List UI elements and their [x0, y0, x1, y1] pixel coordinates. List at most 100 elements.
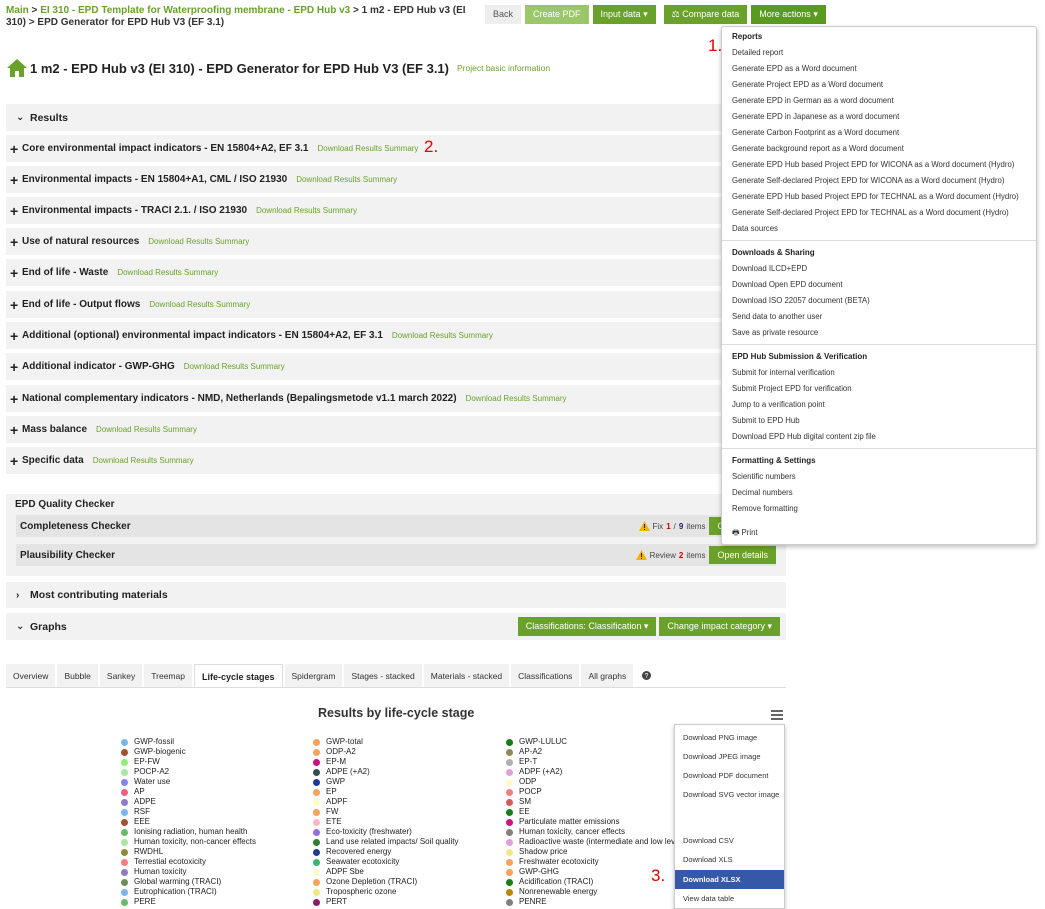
legend-item[interactable]: GWP-LULUC	[506, 737, 675, 747]
menu-item[interactable]: Generate Carbon Footprint as a Word docu…	[722, 125, 1036, 141]
input-data-button[interactable]: Input data ▾	[592, 5, 656, 24]
graph-tab[interactable]: Materials - stacked	[423, 664, 510, 687]
legend-item[interactable]: ADPF Sbe	[313, 867, 459, 877]
legend-item[interactable]: AP-A2	[506, 747, 675, 757]
menu-item[interactable]: Submit to EPD Hub	[722, 413, 1036, 429]
graphs-panel-header[interactable]: ⌄ Graphs Classifications: Classification …	[6, 613, 786, 640]
legend-item[interactable]: Seawater ecotoxicity	[313, 857, 459, 867]
result-section-row[interactable]: + Mass balance Download Results Summary	[6, 416, 786, 443]
download-results-summary-link[interactable]: Download Results Summary	[149, 300, 250, 309]
result-section-row[interactable]: + Core environmental impact indicators - …	[6, 135, 786, 162]
result-section-row[interactable]: + Environmental impacts - TRACI 2.1. / IS…	[6, 197, 786, 224]
legend-item[interactable]: Tropospheric ozone	[313, 887, 459, 897]
change-impact-category-button[interactable]: Change impact category ▾	[659, 617, 780, 636]
graph-tab[interactable]: Spidergram	[284, 664, 343, 687]
legend-item[interactable]: Freshwater ecotoxicity	[506, 857, 675, 867]
legend-item[interactable]: ADPE	[121, 797, 256, 807]
legend-item[interactable]: EP	[313, 787, 459, 797]
menu-item[interactable]: Download ILCD+EPD	[722, 261, 1036, 277]
legend-item[interactable]: Human toxicity, cancer effects	[506, 827, 675, 837]
most-contributing-panel[interactable]: › Most contributing materials	[6, 582, 786, 608]
export-menu-item[interactable]: Download JPEG image	[675, 747, 784, 766]
menu-item[interactable]: Save as private resource	[722, 325, 1036, 341]
legend-item[interactable]: GWP-total	[313, 737, 459, 747]
result-section-row[interactable]: + National complementary indicators - NMD…	[6, 385, 786, 412]
back-button[interactable]: Back	[485, 5, 522, 24]
graph-tab[interactable]: All graphs	[581, 664, 634, 687]
legend-item[interactable]: Acidification (TRACI)	[506, 877, 675, 887]
graph-tab[interactable]: Treemap	[144, 664, 192, 687]
legend-item[interactable]: ETE	[313, 817, 459, 827]
legend-item[interactable]: PERE	[121, 897, 256, 907]
more-actions-button[interactable]: More actions ▾	[751, 5, 826, 24]
legend-item[interactable]: POCP-A2	[121, 767, 256, 777]
menu-item[interactable]: Decimal numbers	[722, 485, 1036, 501]
legend-item[interactable]: POCP	[506, 787, 675, 797]
results-panel-header[interactable]: ⌄ Results	[6, 104, 786, 131]
export-menu-item[interactable]: Download XLSX	[675, 870, 784, 889]
legend-item[interactable]: EEE	[121, 817, 256, 827]
menu-item[interactable]: Scientific numbers	[722, 469, 1036, 485]
menu-item[interactable]: Generate Self-declared Project EPD for T…	[722, 205, 1036, 221]
export-menu-item[interactable]: Download XLS	[675, 850, 784, 869]
graph-tab[interactable]: Bubble	[57, 664, 98, 687]
menu-item[interactable]: Submit for internal verification	[722, 365, 1036, 381]
legend-item[interactable]: Land use related impacts/ Soil quality	[313, 837, 459, 847]
graph-tab[interactable]: Stages - stacked	[344, 664, 422, 687]
export-menu-item[interactable]: Download PDF document	[675, 766, 784, 785]
result-section-row[interactable]: + Additional indicator - GWP-GHG Download …	[6, 353, 786, 380]
legend-item[interactable]: Eutrophication (TRACI)	[121, 887, 256, 897]
compare-data-button[interactable]: ⚖ Compare data	[663, 5, 748, 24]
legend-item[interactable]: AP	[121, 787, 256, 797]
legend-item[interactable]: SM	[506, 797, 675, 807]
legend-item[interactable]: Radioactive waste (intermediate and low …	[506, 837, 675, 847]
menu-item[interactable]: Generate EPD as a Word document	[722, 61, 1036, 77]
menu-item[interactable]: Generate background report as a Word doc…	[722, 141, 1036, 157]
legend-item[interactable]: ODP	[506, 777, 675, 787]
legend-item[interactable]: EP-M	[313, 757, 459, 767]
menu-item[interactable]: Detailed report	[722, 45, 1036, 61]
result-section-row[interactable]: + End of life - Output flows Download Resu…	[6, 291, 786, 318]
graph-tab[interactable]: Sankey	[99, 664, 143, 687]
chart-menu-icon[interactable]	[771, 710, 783, 720]
result-section-row[interactable]: + End of life - Waste Download Results Sum…	[6, 259, 786, 286]
legend-item[interactable]: Shadow price	[506, 847, 675, 857]
export-menu-item[interactable]: Download CSV	[675, 831, 784, 850]
menu-item[interactable]: Remove formatting	[722, 501, 1036, 517]
download-results-summary-link[interactable]: Download Results Summary	[466, 394, 567, 403]
help-icon[interactable]: ?	[639, 664, 653, 687]
menu-item[interactable]: Generate EPD Hub based Project EPD for W…	[722, 157, 1036, 173]
menu-item[interactable]: Generate Project EPD as a Word document	[722, 77, 1036, 93]
legend-item[interactable]: Particulate matter emissions	[506, 817, 675, 827]
download-results-summary-link[interactable]: Download Results Summary	[296, 175, 397, 184]
legend-item[interactable]: ADPF (+A2)	[506, 767, 675, 777]
graph-tab[interactable]: Classifications	[511, 664, 580, 687]
menu-item[interactable]: Generate EPD Hub based Project EPD for T…	[722, 189, 1036, 205]
legend-item[interactable]: Human toxicity	[121, 867, 256, 877]
legend-item[interactable]: FW	[313, 807, 459, 817]
legend-item[interactable]: EP-T	[506, 757, 675, 767]
breadcrumb-main-link[interactable]: Main	[6, 5, 29, 16]
download-results-summary-link[interactable]: Download Results Summary	[184, 362, 285, 371]
download-results-summary-link[interactable]: Download Results Summary	[148, 237, 249, 246]
result-section-row[interactable]: + Environmental impacts - EN 15804+A1, CM…	[6, 166, 786, 193]
legend-item[interactable]: ADPF	[313, 797, 459, 807]
graph-tab[interactable]: Overview	[6, 664, 56, 687]
legend-item[interactable]: Water use	[121, 777, 256, 787]
menu-item-print[interactable]: 🖶 Print	[722, 525, 758, 541]
export-menu-item[interactable]: Download PNG image	[675, 728, 784, 747]
project-info-link[interactable]: Project basic information	[457, 63, 550, 73]
menu-item[interactable]: Data sources	[722, 221, 1036, 237]
download-results-summary-link[interactable]: Download Results Summary	[96, 425, 197, 434]
download-results-summary-link[interactable]: Download Results Summary	[318, 144, 419, 153]
legend-item[interactable]: GWP-fossil	[121, 737, 256, 747]
legend-item[interactable]: EP-FW	[121, 757, 256, 767]
menu-item[interactable]: Generate Self-declared Project EPD for W…	[722, 173, 1036, 189]
download-results-summary-link[interactable]: Download Results Summary	[93, 456, 194, 465]
legend-item[interactable]: GWP	[313, 777, 459, 787]
menu-item[interactable]: Submit Project EPD for verification	[722, 381, 1036, 397]
graph-tab[interactable]: Life-cycle stages	[193, 664, 283, 687]
download-results-summary-link[interactable]: Download Results Summary	[392, 331, 493, 340]
menu-item[interactable]: Generate EPD in Japanese as a word docum…	[722, 109, 1036, 125]
legend-item[interactable]: GWP-GHG	[506, 867, 675, 877]
